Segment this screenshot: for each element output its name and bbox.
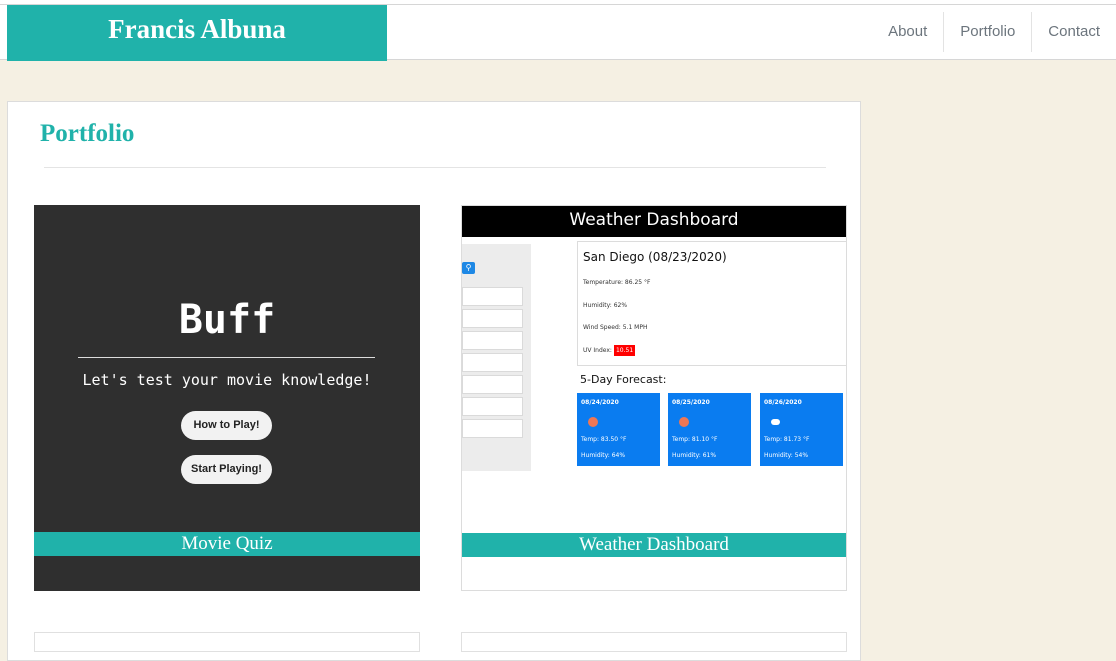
quiz-preview-start-playing-button: Start Playing! [181,455,272,484]
weather-preview-forecast-card: 08/26/2020 Temp: 81.73 °F Humidity: 54% [760,393,843,466]
forecast-temp: Temp: 81.10 °F [672,436,718,443]
project-caption[interactable]: Weather Dashboard [462,533,846,557]
weather-preview-wind: Wind Speed: 5.1 MPH [583,324,648,331]
weather-preview-history-slot [462,375,523,394]
weather-preview-humidity: Humidity: 62% [583,302,628,309]
weather-preview-uv: UV Index: 10.51 [583,345,636,356]
forecast-humidity: Humidity: 54% [764,452,809,459]
quiz-preview-subtitle: Let's test your movie knowledge! [82,371,372,389]
weather-preview-history-slot [462,331,523,350]
cloud-sun-icon [771,419,780,425]
weather-preview-sidebar: ⚲ [462,244,531,471]
weather-preview-history-slot [462,309,523,328]
main-nav: About Portfolio Contact [872,12,1116,52]
weather-preview-uv-badge: 10.51 [613,345,636,356]
nav-about-link[interactable]: About [872,12,943,52]
section-divider [44,167,826,168]
sun-icon [588,417,598,427]
sun-icon [679,417,689,427]
forecast-temp: Temp: 83.50 °F [581,436,627,443]
nav-contact-link[interactable]: Contact [1031,12,1116,52]
portfolio-section: Portfolio Buff Let's test your movie kno… [7,101,861,661]
weather-preview-forecast-card: 08/25/2020 Temp: 81.10 °F Humidity: 61% [668,393,751,466]
project-card-partial[interactable] [34,632,420,652]
nav-portfolio-link[interactable]: Portfolio [943,12,1031,52]
weather-preview-history-slot [462,353,523,372]
forecast-temp: Temp: 81.73 °F [764,436,810,443]
weather-preview-history-slot [462,419,523,438]
weather-preview-temperature: Temperature: 86.25 °F [583,279,651,286]
weather-preview-history-slot [462,397,523,416]
weather-preview-history-slot [462,287,523,306]
quiz-preview-divider [78,357,375,358]
search-icon: ⚲ [462,262,475,274]
weather-preview-header: Weather Dashboard [462,206,846,237]
weather-preview-current: San Diego (08/23/2020) Temperature: 86.2… [577,241,846,366]
quiz-preview-how-to-play-button: How to Play! [181,411,272,440]
section-title: Portfolio [40,120,135,147]
weather-preview-forecast-label: 5-Day Forecast: [580,373,667,386]
forecast-date: 08/24/2020 [581,399,619,406]
site-header: Francis Albuna About Portfolio Contact [0,4,1116,61]
weather-preview-forecast-card: 08/24/2020 Temp: 83.50 °F Humidity: 64% [577,393,660,466]
forecast-date: 08/26/2020 [764,399,802,406]
project-card-movie-quiz[interactable]: Buff Let's test your movie knowledge! Ho… [34,205,420,591]
forecast-humidity: Humidity: 61% [672,452,717,459]
site-brand[interactable]: Francis Albuna [7,5,387,61]
weather-preview-uv-label: UV Index: [583,347,612,354]
project-caption[interactable]: Movie Quiz [34,532,420,556]
forecast-humidity: Humidity: 64% [581,452,626,459]
weather-preview-city: San Diego (08/23/2020) [583,250,727,264]
project-card-partial[interactable] [461,632,847,652]
quiz-preview-title: Buff [178,297,276,343]
project-card-weather-dashboard[interactable]: Weather Dashboard ⚲ San Diego (08/23/202… [461,205,847,591]
forecast-date: 08/25/2020 [672,399,710,406]
